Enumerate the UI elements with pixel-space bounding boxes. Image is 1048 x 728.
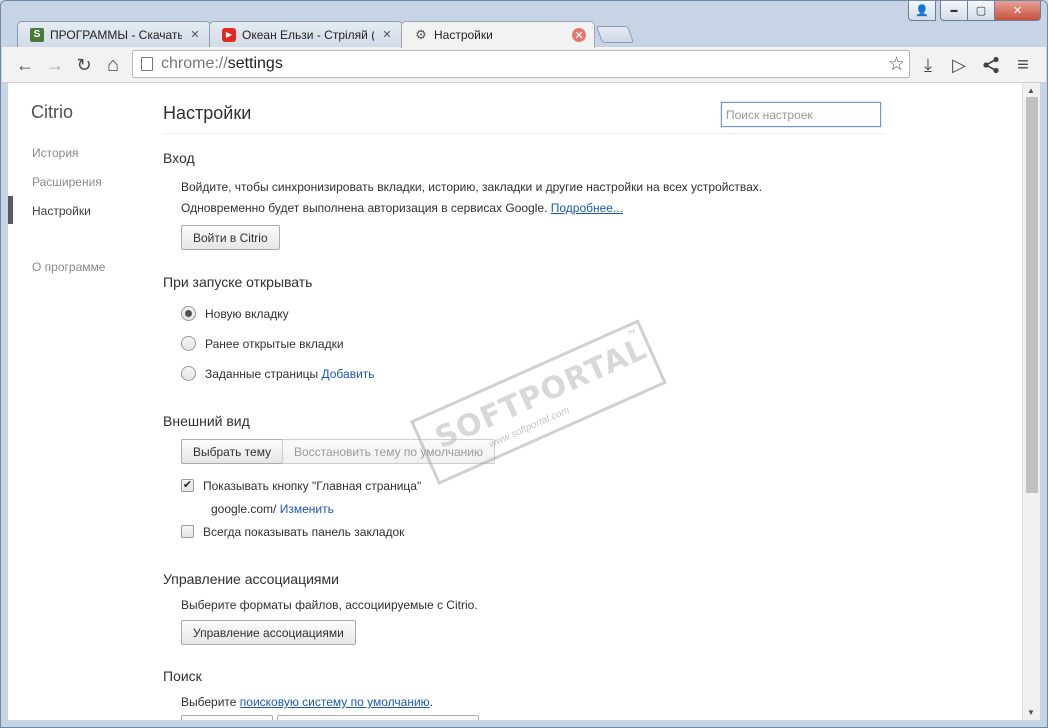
scroll-down-arrow-icon[interactable]: ▼	[1027, 708, 1035, 717]
startup-heading: При запуске открывать	[163, 274, 313, 290]
tab-settings[interactable]: ⚙ Настройки ✕	[401, 21, 595, 48]
tab-okean-elzy[interactable]: ▶ Океан Ельзи - Стріляй (о ✕	[209, 21, 403, 47]
selected-item-marker	[8, 196, 13, 224]
close-icon: ✕	[1012, 5, 1023, 17]
back-button[interactable]: ←	[12, 52, 38, 78]
media-button[interactable]: ▷	[946, 52, 972, 78]
sidebar-item-about[interactable]: О программе	[32, 260, 105, 274]
tab-strip: S ПРОГРАММЫ - Скачать б ✕ ▶ Океан Ельзи …	[9, 19, 909, 48]
learn-more-link[interactable]: Подробнее...	[551, 201, 623, 215]
tab-title: Океан Ельзи - Стріляй (о	[242, 27, 374, 42]
manage-associations-button[interactable]: Управление ассоциациями	[181, 620, 356, 645]
associations-text: Выберите форматы файлов, ассоциируемые с…	[181, 598, 478, 612]
download-button[interactable]: ⤓	[915, 52, 941, 78]
signin-text-2-body: Одновременно будет выполнена авторизация…	[181, 201, 548, 215]
search-heading: Поиск	[163, 668, 202, 684]
startup-radio-continue[interactable]	[181, 336, 196, 351]
url-path: settings	[227, 55, 283, 72]
play-icon: ▷	[952, 54, 966, 75]
show-home-checkbox[interactable]: ✔	[181, 479, 194, 492]
hamburger-menu-icon: ≡	[1017, 53, 1029, 76]
minimize-icon: ▬	[950, 7, 958, 14]
share-button[interactable]	[978, 52, 1004, 78]
tab-title: ПРОГРАММЫ - Скачать б	[50, 27, 182, 42]
home-icon: ⌂	[106, 53, 120, 76]
startup-radio-pages[interactable]	[181, 366, 196, 381]
reload-button[interactable]: ↻	[71, 52, 97, 78]
forward-button[interactable]: →	[42, 52, 68, 78]
page-scrollbar[interactable]: ▲ ▼	[1022, 83, 1040, 720]
startup-option-pages: Заданные страницы Добавить	[205, 367, 375, 381]
scroll-up-arrow-icon[interactable]: ▲	[1027, 86, 1035, 95]
bookmark-star-icon[interactable]: ☆	[888, 53, 905, 76]
url-scheme: chrome://	[161, 55, 228, 72]
url-text[interactable]: chrome://settings	[161, 55, 283, 73]
back-arrow-icon: ←	[16, 54, 34, 75]
signin-text-1: Войдите, чтобы синхронизировать вкладки,…	[181, 180, 763, 194]
share-icon	[983, 56, 999, 74]
page-icon	[141, 57, 153, 71]
home-button[interactable]: ⌂	[100, 52, 126, 78]
new-tab-button[interactable]	[595, 26, 635, 43]
show-bookmarks-label[interactable]: Всегда показывать панель закладок	[203, 525, 404, 539]
startup-radio-newtab[interactable]	[181, 306, 196, 321]
toolbar: ← → ↻ ⌂ chrome://settings ☆ ⤓ ▷ ≡	[2, 47, 1046, 83]
change-home-link[interactable]: Изменить	[280, 502, 334, 516]
home-url: google.com/	[211, 502, 277, 516]
startup-option-newtab[interactable]: Новую вкладку	[205, 307, 289, 321]
startup-option-pages-label[interactable]: Заданные страницы	[205, 367, 318, 381]
gear-icon: ⚙	[415, 27, 427, 42]
scrollbar-thumb[interactable]	[1026, 97, 1038, 493]
default-search-link[interactable]: поисковую систему по умолчанию	[240, 695, 430, 709]
choose-theme-button[interactable]: Выбрать тему	[181, 439, 284, 464]
tab-title: Настройки	[434, 28, 493, 42]
title-divider	[163, 133, 885, 134]
signin-heading: Вход	[163, 150, 195, 166]
forward-arrow-icon: →	[46, 54, 64, 75]
associations-heading: Управление ассоциациями	[163, 571, 339, 587]
softportal-watermark: SOFTPORTAL ™ www.softportal.com	[410, 319, 667, 485]
settings-page: Citrio История Расширения Настройки О пр…	[8, 83, 1022, 720]
sidebar-item-history[interactable]: История	[32, 146, 79, 160]
show-bookmarks-checkbox[interactable]	[181, 525, 194, 538]
show-home-label[interactable]: Показывать кнопку "Главная страница"	[203, 479, 421, 493]
home-url-row: google.com/ Изменить	[211, 502, 334, 516]
maximize-button[interactable]: ▢	[968, 1, 995, 21]
minimize-button[interactable]: ▬	[940, 1, 968, 21]
window-controls: 👤 ▬ ▢ ✕	[908, 1, 1041, 21]
search-text-prefix: Выберите	[181, 695, 237, 709]
tab-programs[interactable]: S ПРОГРАММЫ - Скачать б ✕	[17, 21, 211, 47]
sidebar: Citrio История Расширения Настройки О пр…	[8, 83, 158, 720]
brand-title: Citrio	[31, 102, 74, 122]
tab-close-icon[interactable]: ✕	[188, 28, 202, 42]
search-text-suffix: .	[429, 695, 434, 709]
signin-text-2: Одновременно будет выполнена авторизация…	[181, 201, 623, 215]
reload-icon: ↻	[76, 54, 92, 75]
search-text: Выберите поисковую систему по умолчанию.	[181, 695, 433, 709]
signin-button[interactable]: Войти в Citrio	[181, 225, 280, 250]
user-icon: 👤	[915, 5, 929, 17]
menu-button[interactable]: ≡	[1010, 52, 1036, 78]
maximize-icon: ▢	[975, 5, 987, 17]
tab-close-icon[interactable]: ✕	[572, 28, 586, 42]
watermark-logo-text: SOFTPORTAL	[430, 331, 653, 457]
user-profile-button[interactable]: 👤	[908, 1, 936, 21]
sidebar-item-settings[interactable]: Настройки	[32, 204, 91, 218]
close-window-button[interactable]: ✕	[995, 1, 1041, 21]
tab-close-icon[interactable]: ✕	[380, 28, 394, 42]
add-pages-link[interactable]: Добавить	[322, 367, 375, 381]
download-icon: ⤓	[924, 54, 932, 75]
youtube-favicon-icon: ▶	[222, 27, 236, 42]
settings-search-input[interactable]	[721, 102, 881, 127]
sidebar-item-extensions[interactable]: Расширения	[32, 175, 102, 189]
softportal-favicon-icon: S	[30, 27, 44, 42]
page-title: Настройки	[163, 103, 252, 123]
search-engine-select[interactable]	[181, 715, 273, 720]
manage-search-engines-button[interactable]	[277, 715, 479, 720]
appearance-heading: Внешний вид	[163, 413, 250, 429]
startup-option-continue[interactable]: Ранее открытые вкладки	[205, 337, 344, 351]
address-bar[interactable]: chrome://settings ☆	[132, 50, 910, 78]
